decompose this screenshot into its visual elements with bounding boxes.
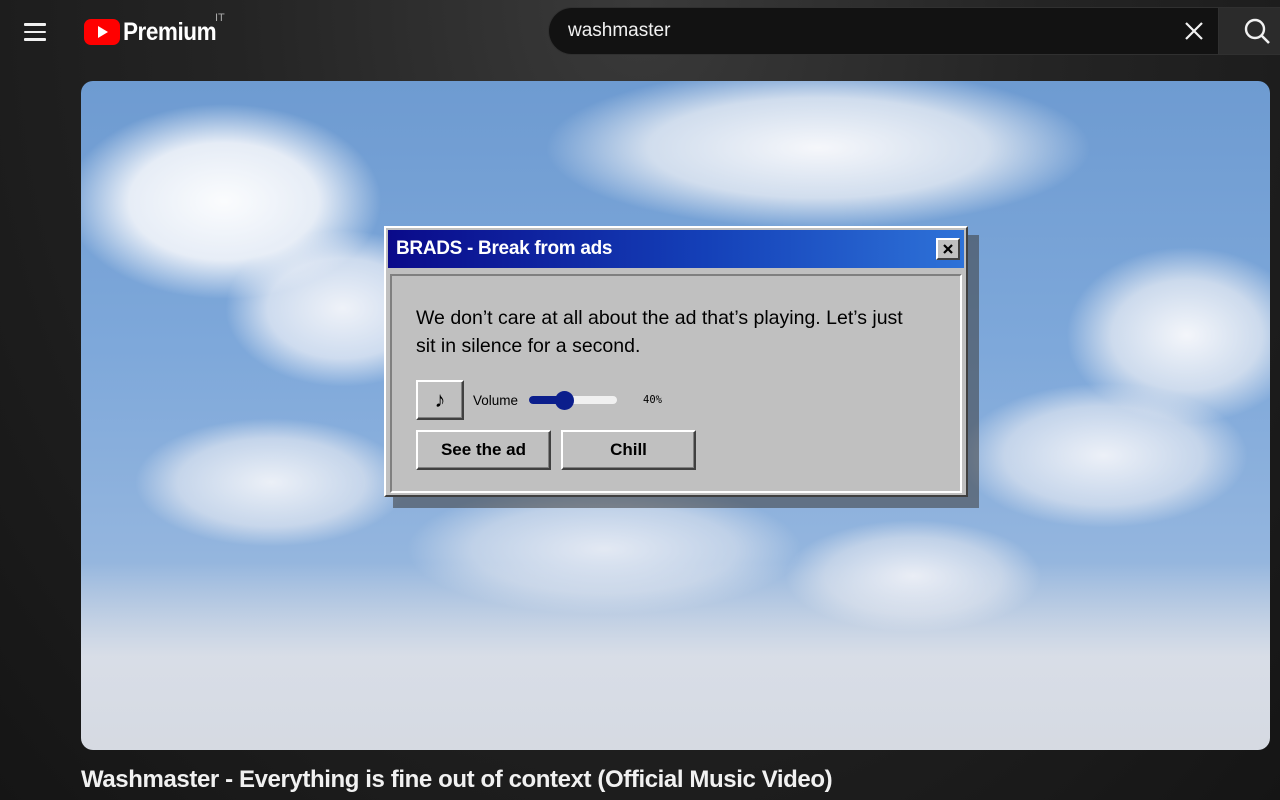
menu-icon-bar [24,38,46,41]
chill-button[interactable]: Chill [561,430,696,470]
volume-label: Volume [473,392,519,408]
music-toggle-button[interactable]: ♪ [416,380,464,420]
dialog-titlebar[interactable]: BRADS - Break from ads [388,230,964,268]
menu-icon-bar [24,30,46,34]
dialog-title: BRADS - Break from ads [396,238,613,259]
clear-search-button[interactable] [1170,8,1218,54]
volume-value: 40% [643,394,662,406]
volume-controls: ♪ Volume 40% [416,380,936,420]
country-code: IT [215,12,225,24]
menu-button[interactable] [24,18,54,46]
youtube-play-icon [84,19,120,45]
logo-text: Premium [123,17,217,46]
music-note-icon: ♪ [434,387,446,412]
menu-icon-bar [24,23,46,26]
dialog-message: We don’t care at all about the ad that’s… [416,307,903,357]
close-icon [1185,22,1203,40]
brads-dialog: BRADS - Break from ads We don’t care at … [384,226,968,497]
chill-label: Chill [610,440,647,459]
see-ad-label: See the ad [440,440,527,459]
dialog-actions: See the ad Chill [416,430,936,470]
search-input[interactable] [549,19,1170,43]
search-button[interactable] [1218,7,1280,55]
dialog-close-button[interactable] [936,238,960,260]
youtube-premium-logo[interactable]: Premium [84,14,226,50]
volume-slider[interactable] [529,391,618,410]
see-ad-button[interactable]: See the ad [416,430,551,470]
slider-thumb[interactable] [554,391,574,410]
dialog-body: We don’t care at all about the ad that’s… [390,274,962,493]
search-box [548,7,1218,55]
video-title: Washmaster - Everything is fine out of c… [81,766,833,793]
close-icon [943,244,953,254]
search-icon [1244,18,1270,44]
